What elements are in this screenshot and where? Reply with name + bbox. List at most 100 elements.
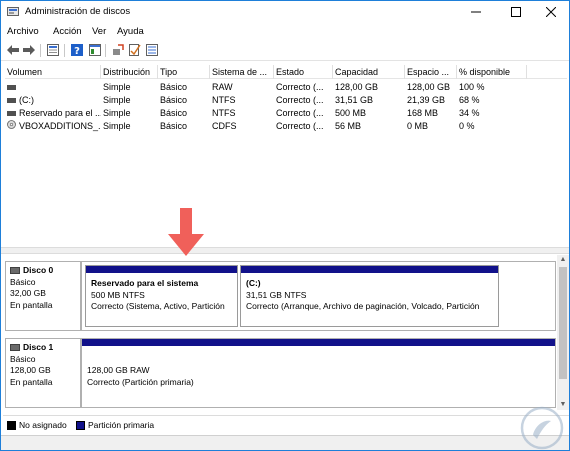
maximize-icon [511, 7, 521, 17]
volume-layout: Simple [103, 121, 131, 131]
menu-ayuda[interactable]: Ayuda [117, 26, 144, 37]
status-bar [1, 435, 569, 450]
volume-status: Correcto (... [276, 121, 324, 131]
disk-1-label[interactable]: Disco 1 Básico 128,00 GB En pantalla [5, 338, 81, 408]
check-button[interactable] [128, 43, 142, 57]
column-header-estado[interactable]: Estado [274, 65, 333, 79]
volume-drive-icon [7, 81, 16, 94]
maximize-button[interactable] [501, 1, 531, 23]
partition-raw[interactable]: 128,00 GB RAW Correcto (Partición primar… [82, 339, 555, 407]
partition-size: 500 MB NTFS [91, 289, 145, 300]
column-header-capacidad[interactable]: Capacidad [333, 65, 405, 79]
volume-name-cell: Reservado para el ... [5, 107, 101, 120]
annotation-arrow-icon [168, 208, 204, 256]
minimize-button[interactable] [461, 1, 491, 23]
volume-status: Correcto (... [276, 82, 324, 92]
column-header-tipo[interactable]: Tipo [158, 65, 210, 79]
volume-capacity: 500 MB [335, 108, 367, 118]
partition-details: (C:) 31,51 GB NTFS Correcto (Arranque, A… [246, 278, 479, 313]
toolbar-separator [40, 44, 41, 57]
partition-status: Correcto (Arranque, Archivo de paginació… [246, 301, 480, 311]
volume-filesystem: CDFS [212, 121, 237, 131]
disk-0-label[interactable]: Disco 0 Básico 32,00 GB En pantalla [5, 261, 81, 331]
partition-title: Reservado para el sistema [91, 278, 199, 288]
volume-row[interactable]: Simple Básico RAW Correcto (... 128,00 G… [5, 81, 567, 94]
help-button[interactable]: ? [70, 43, 84, 57]
volume-free: 128,00 GB [407, 82, 451, 92]
partition-status: Correcto (Sistema, Activo, Partición [91, 301, 225, 311]
forward-icon [23, 45, 35, 55]
volume-list[interactable]: Volumen Distribución Tipo Sistema de ...… [5, 65, 567, 241]
volume-free: 0 MB [407, 121, 429, 131]
volume-filesystem: RAW [212, 82, 233, 92]
disk-management-app-icon [7, 7, 19, 16]
partition-size: 31,51 GB NTFS [246, 289, 307, 300]
menu-archivo[interactable]: Archivo [7, 26, 39, 37]
scrollbar-thumb[interactable] [559, 267, 567, 379]
volume-name: VBOXADDITIONS_... [19, 121, 101, 131]
volume-row[interactable]: (C:) Simple Básico NTFS Correcto (... 31… [5, 94, 567, 107]
disk-state: En pantalla [10, 299, 53, 310]
toolbar: ? [1, 41, 569, 61]
partition-type-bar [82, 339, 555, 346]
check-icon [129, 44, 141, 56]
volume-capacity: 56 MB [335, 121, 362, 131]
partition-details: Reservado para el sistema 500 MB NTFS Co… [91, 278, 225, 313]
toolbar-separator [64, 44, 65, 57]
column-header-porcentaje[interactable]: % disponible [457, 65, 527, 79]
volume-name-cell: (C:) [5, 94, 101, 107]
disk-1-partitions: 128,00 GB RAW Correcto (Partición primar… [81, 338, 556, 408]
disk-0-partitions: Reservado para el sistema 500 MB NTFS Co… [81, 261, 556, 331]
minimize-icon [471, 11, 481, 13]
disk-kind: Básico [10, 276, 36, 287]
console-button[interactable] [88, 43, 102, 57]
back-icon [7, 45, 19, 55]
disk-kind: Básico [10, 353, 36, 364]
disk-size: 128,00 GB [10, 365, 51, 375]
console-icon [89, 44, 101, 56]
legend-unallocated: No asignado [19, 420, 67, 430]
volume-row[interactable]: VBOXADDITIONS_... Simple Básico CDFS Cor… [5, 120, 567, 133]
volume-layout: Simple [103, 108, 131, 118]
unallocated-swatch [7, 421, 16, 430]
partition-c[interactable]: (C:) 31,51 GB NTFS Correcto (Arranque, A… [240, 265, 499, 327]
pane-splitter[interactable] [1, 247, 569, 254]
watermark-logo-icon [520, 406, 564, 450]
close-button[interactable] [536, 1, 566, 23]
volume-row[interactable]: Reservado para el ... Simple Básico NTFS… [5, 107, 567, 120]
column-header-volumen[interactable]: Volumen [5, 65, 101, 79]
volume-percent: 68 % [459, 95, 480, 105]
menu-ver[interactable]: Ver [92, 26, 106, 37]
partition-size: 128,00 GB RAW [87, 365, 150, 375]
volume-type: Básico [160, 108, 188, 118]
back-button[interactable] [6, 43, 20, 57]
volume-capacity: 128,00 GB [335, 82, 379, 92]
properties-icon [47, 44, 59, 56]
volume-free: 168 MB [407, 108, 439, 118]
volume-drive-icon [7, 107, 16, 120]
volume-name-cell: VBOXADDITIONS_... [5, 120, 101, 133]
list-view-button[interactable] [145, 43, 159, 57]
volume-drive-icon [7, 94, 16, 107]
title-bar[interactable]: Administración de discos [1, 1, 569, 23]
disk-map-scrollbar[interactable]: ▲ ▼ [557, 255, 569, 410]
volume-filesystem: NTFS [212, 95, 236, 105]
column-header-espacio[interactable]: Espacio ... [405, 65, 457, 79]
properties-button[interactable] [46, 43, 60, 57]
legend-primary-partition: Partición primaria [88, 420, 155, 430]
forward-button[interactable] [22, 43, 36, 57]
volume-type: Básico [160, 82, 188, 92]
rescan-button[interactable] [111, 43, 125, 57]
volume-name: (C:) [19, 95, 34, 105]
partition-type-bar [86, 266, 237, 273]
scroll-up-icon[interactable]: ▲ [557, 255, 569, 265]
disk-state: En pantalla [10, 376, 53, 387]
volume-percent: 100 % [459, 82, 485, 92]
column-header-distribucion[interactable]: Distribución [101, 65, 158, 79]
rescan-icon [113, 44, 124, 55]
column-header-sistema[interactable]: Sistema de ... [210, 65, 274, 79]
menu-accion[interactable]: Acción [53, 26, 82, 37]
volume-layout: Simple [103, 82, 131, 92]
volume-percent: 34 % [459, 108, 480, 118]
partition-system-reserved[interactable]: Reservado para el sistema 500 MB NTFS Co… [85, 265, 238, 327]
